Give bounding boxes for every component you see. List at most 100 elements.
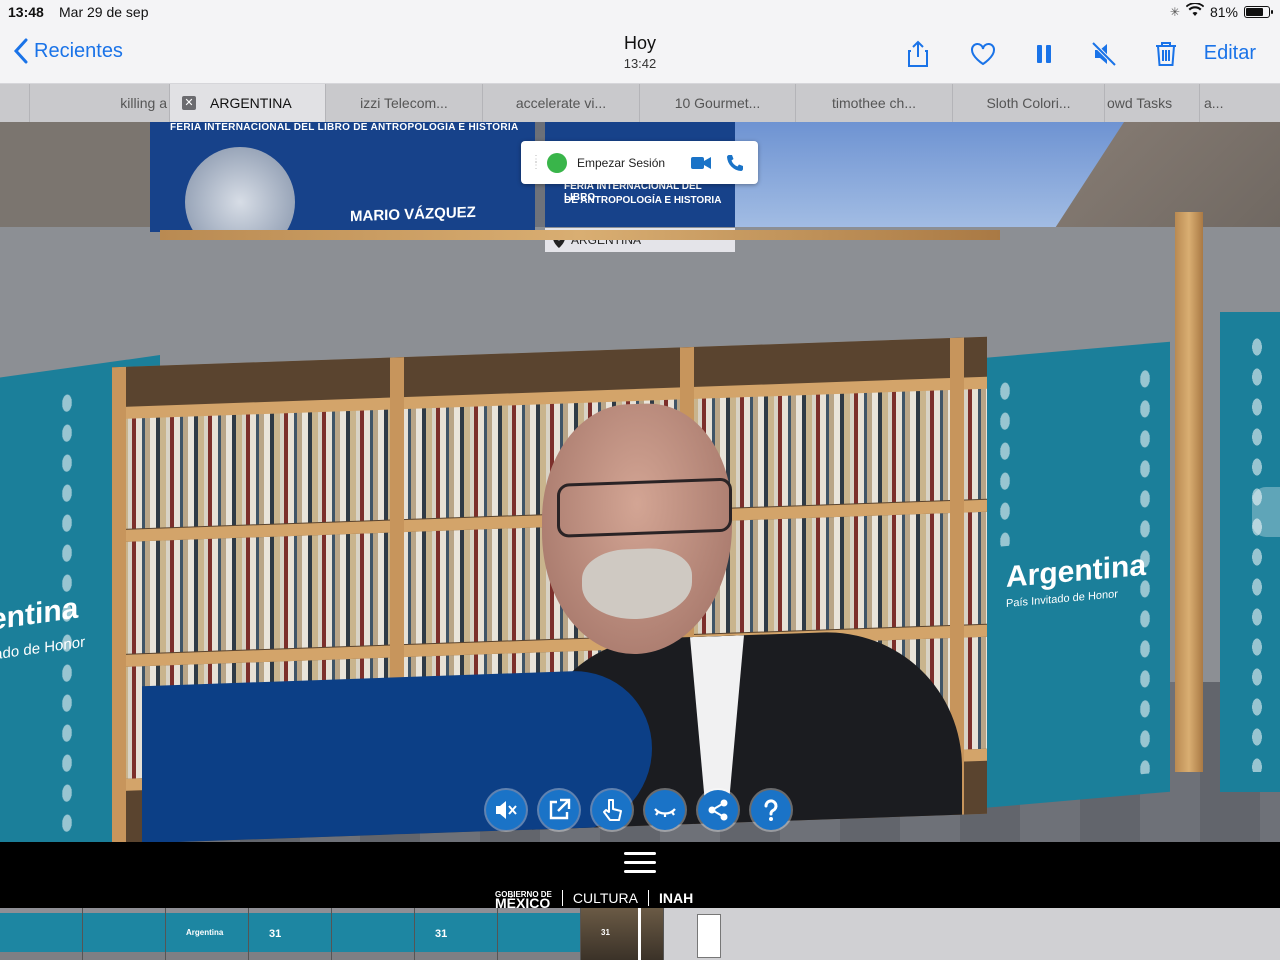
hand-pointer-icon — [603, 799, 622, 821]
timeline-thumb: Argentina — [166, 908, 249, 960]
tab-label: owd Tasks — [1107, 95, 1173, 111]
thumb-label: Argentina — [186, 928, 224, 937]
tab-label: Sloth Colori... — [986, 95, 1071, 111]
video-call-button[interactable] — [690, 152, 712, 174]
leaf-pattern — [1240, 332, 1274, 772]
timeline-thumbnails: Argentina 31 31 31 — [0, 908, 670, 960]
timeline-thumb — [0, 908, 83, 960]
virtual-fair-scene[interactable]: FERIA INTERNACIONAL DEL LIBRO DE ANTROPO… — [0, 122, 1280, 842]
speaker-video[interactable] — [112, 336, 987, 842]
help-button[interactable] — [751, 790, 791, 830]
tab-blank[interactable] — [0, 84, 30, 122]
share-icon — [908, 40, 928, 67]
tab-label: accelerate vi... — [515, 95, 607, 111]
screen: 13:48 Mar 29 de sep ✳ 81% Recientes Hoy … — [0, 0, 1280, 960]
video-timeline[interactable]: Argentina 31 31 31 — [0, 908, 1280, 960]
drag-handle-icon[interactable]: ⋮ ⋮ — [531, 154, 541, 170]
timeline-thumb — [498, 908, 581, 960]
shelf-upright — [112, 366, 126, 842]
tab-3[interactable]: accelerate vi... — [483, 84, 640, 122]
divider — [647, 890, 649, 906]
thumb-label: 31 — [269, 928, 282, 940]
back-button[interactable]: Recientes — [12, 38, 123, 64]
share-scene-button[interactable] — [698, 790, 738, 830]
loading-icon: ✳ — [1169, 4, 1180, 19]
playhead[interactable] — [638, 908, 641, 960]
session-popup: ⋮ ⋮ Empezar Sesión — [521, 141, 758, 184]
timeline-thumb: 31 — [581, 908, 664, 960]
tab-6[interactable]: Sloth Colori... — [953, 84, 1105, 122]
hide-interface-button[interactable] — [645, 790, 685, 830]
fair-banner-line2: DE ANTROPOLOGÍA E HISTORIA — [564, 195, 722, 206]
mute-toggle-button[interactable] — [486, 790, 526, 830]
status-right: ✳ 81% — [1169, 2, 1273, 20]
share-button[interactable] — [902, 38, 934, 70]
timeline-thumb: 31 — [415, 908, 498, 960]
timeline-end-thumb — [697, 914, 721, 958]
timeline-thumb — [332, 908, 415, 960]
argentina-panel-far — [1220, 312, 1280, 792]
status-date: Mar 29 de sep — [59, 4, 149, 20]
start-session-button[interactable]: Empezar Sesión — [577, 156, 690, 170]
speaker-muted-icon — [496, 801, 517, 819]
wood-beam — [160, 230, 1000, 240]
divider — [561, 890, 563, 906]
share-icon — [708, 799, 728, 821]
right-panel-title: Argentina — [1006, 548, 1147, 595]
close-tab-icon[interactable]: ✕ — [182, 96, 196, 110]
page-title: Hoy — [623, 33, 656, 53]
tab-0[interactable]: killing a — [30, 84, 170, 122]
speaker-muted-icon — [1091, 41, 1117, 67]
gobierno-logo: GOBIERNO DE MÉXICO — [495, 890, 552, 910]
site-footer-bar: GOBIERNO DE MÉXICO CULTURA INAH — [0, 842, 1280, 910]
thumb-label: 31 — [435, 928, 448, 940]
tab-1[interactable]: ✕ ARGENTINA — [170, 84, 326, 122]
tab-label: 10 Gourmet... — [674, 95, 761, 111]
tab-4[interactable]: 10 Gourmet... — [640, 84, 796, 122]
thumb-label: 31 — [601, 928, 610, 937]
help-icon — [764, 799, 778, 821]
viewer-toolbar — [486, 790, 791, 830]
status-bar: 13:48 Mar 29 de sep ✳ 81% — [0, 0, 1280, 24]
tab-label: ARGENTINA — [210, 95, 292, 111]
tab-label: killing a — [120, 95, 167, 111]
edit-button[interactable]: Editar — [1204, 42, 1256, 65]
pause-icon — [1037, 45, 1051, 63]
timeline-thumb: 31 — [249, 908, 332, 960]
tab-5[interactable]: timothee ch... — [796, 84, 953, 122]
next-arrow-icon[interactable] — [1252, 487, 1280, 537]
speaker-banner: FERIA INTERNACIONAL DEL LIBRO DE ANTROPO… — [150, 122, 535, 232]
battery-percent: 81% — [1209, 3, 1238, 20]
tab-label: izzi Telecom... — [360, 95, 448, 111]
phone-call-button[interactable] — [724, 152, 746, 174]
speaker-glasses — [557, 477, 732, 538]
menu-icon[interactable] — [624, 852, 656, 874]
back-label: Recientes — [34, 39, 123, 62]
pause-button[interactable] — [1028, 38, 1060, 70]
inah-logo: INAH — [658, 890, 694, 906]
page-subtitle: 13:42 — [623, 56, 657, 71]
tab-label: a... — [1204, 95, 1224, 111]
open-external-button[interactable] — [539, 790, 579, 830]
heart-icon — [971, 43, 995, 66]
mute-button[interactable] — [1088, 38, 1120, 70]
nav-title: Hoy 13:42 — [540, 33, 740, 71]
battery-icon — [1244, 5, 1273, 18]
tab-7[interactable]: owd Tasks — [1105, 84, 1200, 122]
delete-button[interactable] — [1150, 38, 1182, 70]
leaf-pattern — [988, 374, 1022, 548]
eye-closed-icon — [654, 808, 676, 817]
interact-button[interactable] — [592, 790, 632, 830]
nav-bar: Recientes Hoy 13:42 Editar — [0, 24, 1280, 84]
tab-label: timothee ch... — [831, 95, 917, 111]
phone-icon — [727, 154, 743, 171]
speaker-portrait — [185, 147, 295, 232]
banner-speaker-name: MARIO VÁZQUEZ — [350, 203, 476, 226]
wifi-icon — [1185, 2, 1205, 20]
tab-8[interactable]: a... — [1200, 84, 1280, 122]
tab-2[interactable]: izzi Telecom... — [326, 84, 483, 122]
external-link-icon — [549, 798, 571, 820]
banner-header: FERIA INTERNACIONAL DEL LIBRO DE ANTROPO… — [170, 122, 519, 133]
favorite-button[interactable] — [967, 38, 999, 70]
agent-avatar-icon — [547, 152, 567, 173]
